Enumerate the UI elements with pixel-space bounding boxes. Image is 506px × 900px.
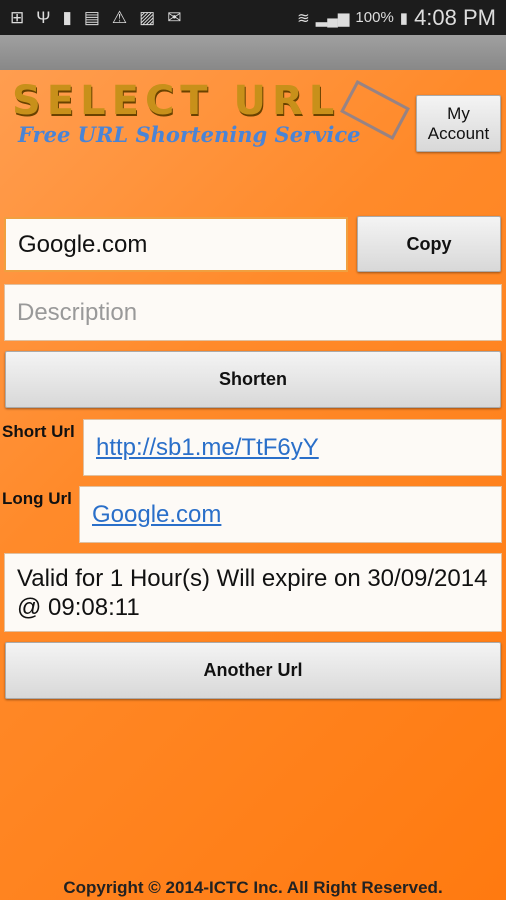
logo-title: SELECT URL xyxy=(12,78,341,124)
my-account-button[interactable]: My Account xyxy=(416,95,501,152)
copyright-footer: Copyright © 2014-ICTC Inc. All Right Res… xyxy=(63,878,443,897)
long-url-link[interactable]: Google.com xyxy=(92,501,221,529)
action-bar xyxy=(0,35,506,70)
warning-icon: ⚠ xyxy=(111,7,128,27)
short-url-label: Short Url xyxy=(2,422,75,441)
clock: 4:08 PM xyxy=(414,4,496,30)
logo: SELECT URL Free URL Shortening Service xyxy=(10,78,410,153)
copy-button[interactable]: Copy xyxy=(357,216,501,272)
battery-icon: ▮ xyxy=(399,9,409,27)
validity-text: Valid for 1 Hour(s) Will expire on 30/09… xyxy=(4,553,502,632)
image-icon: ▨ xyxy=(139,7,156,27)
short-url-link[interactable]: http://sb1.me/TtF6yY xyxy=(96,434,319,462)
gmail-icon: ✉ xyxy=(167,7,182,27)
url-input[interactable]: Google.com xyxy=(4,217,348,272)
battery-100-icon: ▮ xyxy=(62,7,72,27)
long-url-label: Long Url xyxy=(2,489,72,508)
shorten-button[interactable]: Shorten xyxy=(5,351,501,408)
description-input[interactable]: Description xyxy=(4,284,502,341)
status-bar: ⊞ Ψ ▮ ▤ ⚠ ▨ ✉ ≋ ▂▄▆ 100% ▮ 4:08 PM xyxy=(0,0,506,35)
wifi-icon: ≋ xyxy=(297,9,310,27)
usb-icon: Ψ xyxy=(36,7,51,27)
logo-tagline: Free URL Shortening Service xyxy=(18,122,361,147)
signal-icon: ▂▄▆ xyxy=(315,9,350,27)
battery-percent: 100% xyxy=(355,9,394,26)
sim-icon: ▤ xyxy=(83,7,100,27)
another-url-button[interactable]: Another Url xyxy=(5,642,501,699)
add-icon: ⊞ xyxy=(10,7,25,27)
